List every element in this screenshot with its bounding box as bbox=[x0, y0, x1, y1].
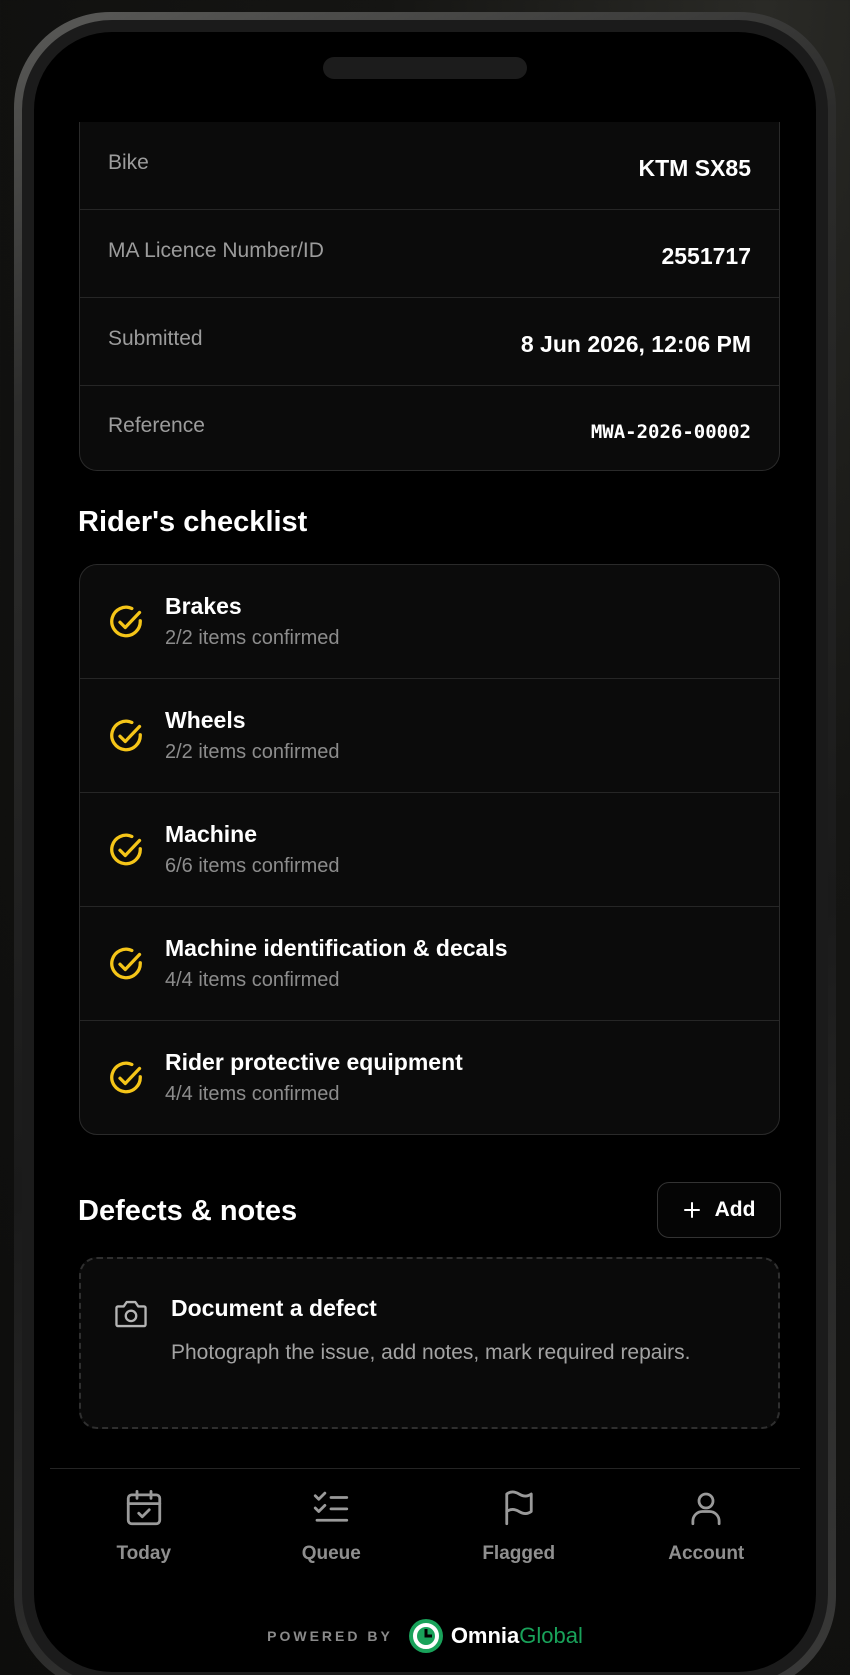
app-screen: Bike KTM SX85 MA Licence Number/ID 25517… bbox=[34, 32, 816, 1672]
detail-label: Reference bbox=[108, 413, 205, 437]
circle-check-icon bbox=[110, 947, 142, 980]
nav-label: Today bbox=[116, 1543, 172, 1564]
detail-row-submitted: Submitted 8 Jun 2026, 12:06 PM bbox=[80, 298, 779, 386]
detail-row-bike: Bike KTM SX85 bbox=[80, 122, 779, 210]
omnia-global-logo: Omnia Global bbox=[407, 1617, 583, 1655]
nav-item-today[interactable]: Today bbox=[64, 1469, 224, 1588]
circle-check-icon bbox=[110, 833, 142, 866]
camera-icon bbox=[115, 1300, 147, 1328]
nav-label: Queue bbox=[301, 1543, 361, 1564]
circle-check-icon bbox=[110, 605, 142, 638]
list-checks-icon bbox=[314, 1491, 349, 1522]
nav-label: Account bbox=[668, 1543, 745, 1564]
defect-card-description: Photograph the issue, add notes, mark re… bbox=[171, 1341, 691, 1364]
detail-value: 8 Jun 2026, 12:06 PM bbox=[520, 331, 751, 357]
omnia-logo-icon bbox=[408, 1619, 443, 1653]
detail-label: MA Licence Number/ID bbox=[108, 238, 324, 262]
add-defect-button[interactable]: Add bbox=[657, 1182, 781, 1238]
checklist-item[interactable]: Rider protective equipment 4/4 items con… bbox=[80, 1021, 779, 1134]
checklist-item-title: Machine identification & decals bbox=[165, 935, 508, 961]
plus-icon bbox=[683, 1202, 700, 1218]
brand-name-part1: Omnia bbox=[450, 1623, 520, 1648]
detail-row-reference: Reference MWA-2026-00002 bbox=[80, 386, 779, 470]
circle-check-icon bbox=[110, 719, 142, 752]
reference-code: MWA-2026-00002 bbox=[590, 420, 751, 443]
nav-item-flagged[interactable]: Flagged bbox=[439, 1469, 599, 1588]
detail-label: Bike bbox=[108, 150, 149, 174]
nav-label: Flagged bbox=[482, 1543, 556, 1564]
checklist-item-title: Wheels bbox=[165, 707, 246, 733]
powered-by-text: POWERED BY bbox=[267, 1628, 393, 1644]
checklist-item-status: 2/2 items confirmed bbox=[165, 627, 340, 649]
rider-checklist: Brakes 2/2 items confirmed Wheels 2/2 it… bbox=[79, 564, 780, 1135]
nav-item-account[interactable]: Account bbox=[626, 1469, 786, 1588]
nav-item-queue[interactable]: Queue bbox=[251, 1469, 411, 1588]
checklist-item-title: Brakes bbox=[165, 593, 242, 619]
checklist-item-status: 4/4 items confirmed bbox=[165, 969, 340, 991]
checklist-item-title: Rider protective equipment bbox=[165, 1049, 463, 1075]
defect-card-title: Document a defect bbox=[171, 1295, 377, 1321]
checklist-item-status: 4/4 items confirmed bbox=[165, 1083, 340, 1105]
add-button-label: Add bbox=[714, 1198, 756, 1221]
flag-icon bbox=[505, 1490, 533, 1526]
detail-value: KTM SX85 bbox=[638, 155, 751, 181]
document-defect-card[interactable]: Document a defect Photograph the issue, … bbox=[79, 1257, 780, 1429]
detail-value: 2551717 bbox=[661, 243, 751, 269]
submission-details-card: Bike KTM SX85 MA Licence Number/ID 25517… bbox=[79, 122, 780, 471]
powered-by-footer: POWERED BY Omnia Global bbox=[34, 1617, 816, 1655]
calendar-check-icon bbox=[126, 1489, 161, 1526]
detail-row-licence: MA Licence Number/ID 2551717 bbox=[80, 210, 779, 298]
phone-frame: Bike KTM SX85 MA Licence Number/ID 25517… bbox=[14, 12, 836, 1675]
user-icon bbox=[691, 1492, 721, 1526]
checklist-item-status: 6/6 items confirmed bbox=[165, 855, 340, 877]
checklist-item[interactable]: Brakes 2/2 items confirmed bbox=[80, 565, 779, 679]
brand-name-part2: Global bbox=[519, 1623, 583, 1648]
checklist-item[interactable]: Machine identification & decals 4/4 item… bbox=[80, 907, 779, 1021]
detail-label: Submitted bbox=[108, 326, 203, 350]
checklist-heading: Rider's checklist bbox=[78, 506, 308, 538]
checklist-item[interactable]: Machine 6/6 items confirmed bbox=[80, 793, 779, 907]
defects-heading: Defects & notes bbox=[78, 1195, 298, 1227]
checklist-item-title: Machine bbox=[165, 821, 258, 847]
bottom-nav: Today Queue Flagged Account bbox=[50, 1468, 800, 1588]
checklist-item-status: 2/2 items confirmed bbox=[165, 741, 340, 763]
checklist-item[interactable]: Wheels 2/2 items confirmed bbox=[80, 679, 779, 793]
circle-check-icon bbox=[110, 1061, 142, 1094]
